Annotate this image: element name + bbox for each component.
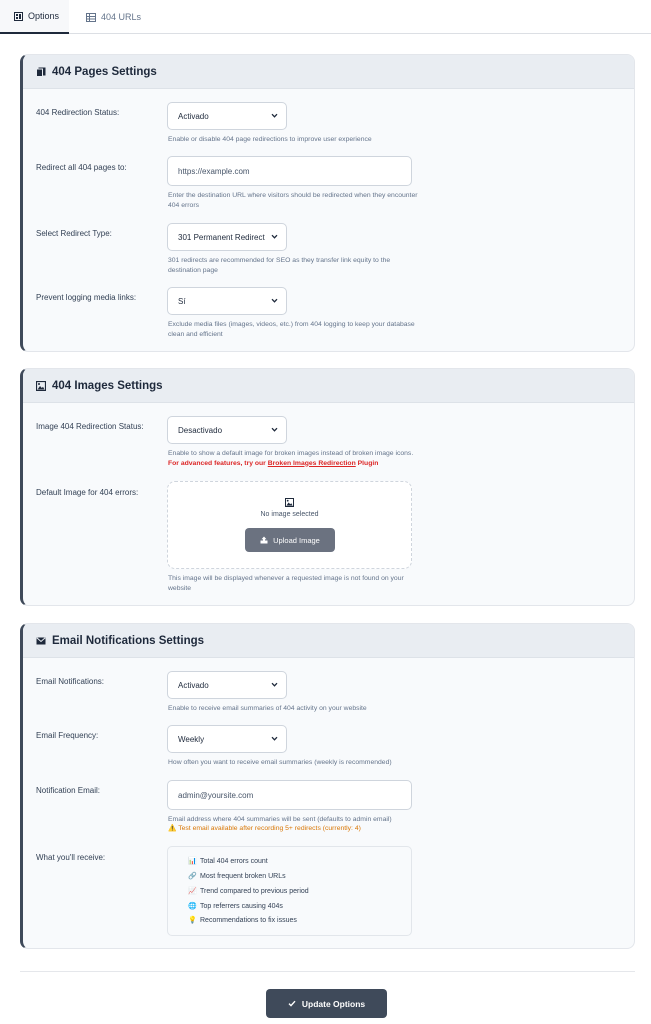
default-image-help: This image will be displayed whenever a … — [168, 575, 404, 592]
test-email-warning: ⚠️ Test email available after recording … — [168, 825, 361, 832]
email-notifications-select[interactable]: Activado — [167, 671, 287, 699]
help-text: Enable to show a default image for broke… — [168, 450, 414, 457]
redirection-status-help: Enable or disable 404 page redirections … — [168, 136, 372, 143]
prevent-logging-help: Exclude media files (images, videos, etc… — [168, 321, 415, 338]
pages-settings-section: 404 Pages Settings 404 Redirection Statu… — [20, 54, 635, 352]
list-item-text: Total 404 errors count — [200, 857, 268, 865]
redirection-status-label: 404 Redirection Status: — [36, 108, 120, 117]
list-item: 💡 Recommendations to fix issues — [188, 916, 297, 925]
trend-icon: 📈 — [188, 888, 197, 895]
list-item: 📊 Total 404 errors count — [188, 857, 268, 866]
list-item-text: Recommendations to fix issues — [200, 916, 297, 924]
image-status-select[interactable]: Desactivado — [167, 416, 287, 444]
image-status-label: Image 404 Redirection Status: — [36, 422, 144, 431]
list-item-text: Top referrers causing 404s — [200, 902, 283, 910]
image-icon — [285, 498, 294, 507]
tab-options[interactable]: Options — [0, 0, 69, 34]
prevent-logging-label: Prevent logging media links: — [36, 293, 137, 302]
upload-icon — [260, 536, 268, 544]
input-placeholder: https://example.com — [178, 166, 250, 176]
section-title: 404 Pages Settings — [52, 65, 157, 78]
receive-list: 📊 Total 404 errors count 🔗 Most frequent b… — [167, 846, 412, 936]
email-notifications-label: Email Notifications: — [36, 677, 105, 686]
chevron-down-icon — [271, 234, 278, 239]
email-notifications-help: Enable to receive email summaries of 404… — [168, 705, 367, 712]
select-value: Weekly — [178, 734, 205, 744]
section-title: Email Notifications Settings — [52, 634, 205, 647]
grid-icon — [14, 11, 23, 21]
document-icon — [36, 67, 46, 77]
help-promo-text: For advanced features, try our — [168, 459, 268, 467]
default-image-label: Default Image for 404 errors: — [36, 488, 139, 497]
images-settings-section: 404 Images Settings Image 404 Redirectio… — [20, 368, 635, 606]
upload-image-label: Upload Image — [273, 535, 320, 545]
redirect-url-input[interactable]: https://example.com — [167, 156, 412, 186]
table-icon — [86, 12, 96, 22]
select-value: Desactivado — [178, 425, 223, 435]
broken-images-plugin-link[interactable]: Broken Images Redirection — [268, 460, 356, 467]
upload-image-button[interactable]: Upload Image — [245, 528, 335, 552]
email-frequency-help: How often you want to receive email summ… — [168, 759, 392, 766]
email-frequency-select[interactable]: Weekly — [167, 725, 287, 753]
update-options-button[interactable]: Update Options — [266, 989, 387, 1018]
section-header: 404 Images Settings — [23, 369, 634, 403]
list-item-text: Trend compared to previous period — [200, 887, 309, 895]
divider — [20, 971, 635, 972]
envelope-icon — [36, 636, 46, 644]
chart-icon: 📊 — [188, 858, 197, 865]
checkmark-icon — [288, 1000, 296, 1007]
select-value: Activado — [178, 111, 209, 121]
redirect-type-help: 301 redirects are recommended for SEO as… — [168, 257, 391, 274]
email-frequency-label: Email Frequency: — [36, 731, 99, 740]
chevron-down-icon — [271, 113, 278, 118]
update-options-label: Update Options — [301, 998, 366, 1009]
globe-icon: 🌐 — [188, 903, 197, 910]
section-title: 404 Images Settings — [52, 379, 163, 392]
chevron-down-icon — [271, 736, 278, 741]
lightbulb-icon: 💡 — [188, 917, 197, 924]
section-header: Email Notifications Settings — [23, 624, 634, 658]
no-image-text: No image selected — [260, 511, 319, 518]
chevron-down-icon — [271, 298, 278, 303]
select-value: 301 Permanent Redirect — [178, 232, 265, 242]
tab-options-label: Options — [28, 11, 60, 21]
link-icon: 🔗 — [188, 873, 197, 880]
notification-email-input[interactable]: admin@yoursite.com — [167, 780, 412, 810]
chevron-down-icon — [271, 427, 278, 432]
redirect-type-label: Select Redirect Type: — [36, 229, 112, 238]
image-icon — [36, 380, 46, 391]
list-item: 📈 Trend compared to previous period — [188, 887, 309, 896]
list-item-text: Most frequent broken URLs — [200, 872, 286, 880]
image-status-help: Enable to show a default image for broke… — [168, 449, 418, 468]
image-dropzone[interactable]: No image selected Upload Image — [167, 481, 412, 569]
tab-404-urls-label: 404 URLs — [101, 12, 142, 22]
input-value: admin@yoursite.com — [178, 790, 254, 800]
section-header: 404 Pages Settings — [23, 55, 634, 89]
prevent-logging-select[interactable]: Sí — [167, 287, 287, 315]
list-item: 🌐 Top referrers causing 404s — [188, 902, 283, 911]
chevron-down-icon — [271, 682, 278, 687]
select-value: Activado — [178, 680, 209, 690]
redirect-to-help: Enter the destination URL where visitors… — [168, 192, 418, 209]
redirect-to-label: Redirect all 404 pages to: — [36, 163, 127, 172]
tab-404-urls[interactable]: 404 URLs — [86, 0, 141, 34]
select-value: Sí — [178, 296, 186, 306]
tab-bar: Options 404 URLs — [0, 0, 651, 34]
redirect-type-select[interactable]: 301 Permanent Redirect — [167, 223, 287, 251]
redirection-status-select[interactable]: Activado — [167, 102, 287, 130]
help-promo-tail: Plugin — [355, 459, 379, 467]
list-item: 🔗 Most frequent broken URLs — [188, 872, 286, 881]
email-settings-section: Email Notifications Settings Email Notif… — [20, 623, 635, 949]
receive-label: What you'll receive: — [36, 853, 106, 862]
notification-email-label: Notification Email: — [36, 786, 101, 795]
